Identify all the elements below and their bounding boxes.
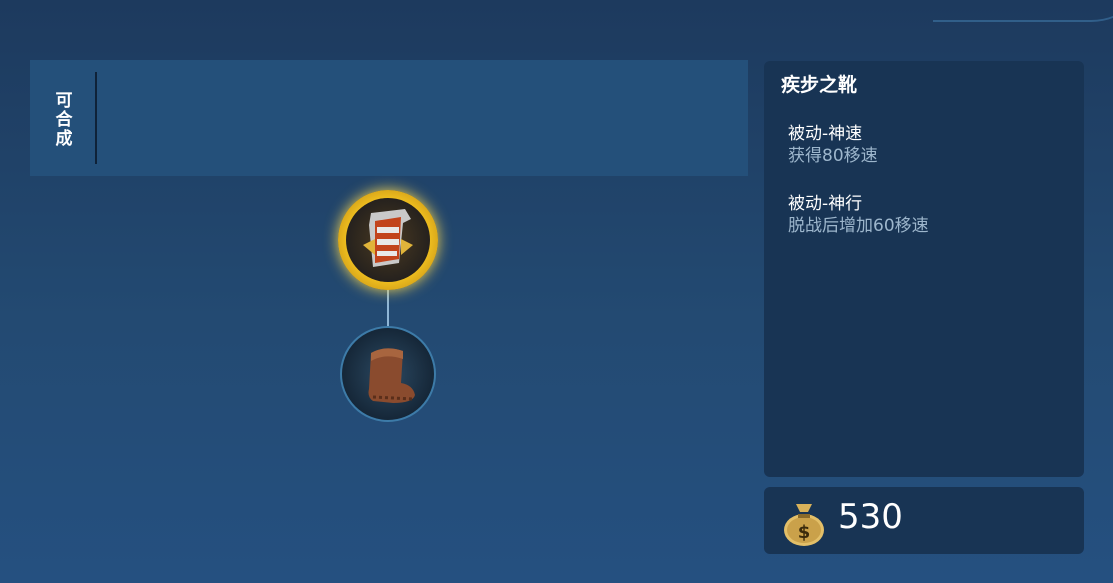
effect-item: 被动-神速 获得80移速 — [788, 123, 878, 167]
leather-boots-icon — [368, 348, 415, 403]
effect-description: 获得80移速 — [788, 146, 878, 166]
effect-title: 被动-神速 — [788, 124, 863, 144]
base-item-node[interactable] — [340, 326, 436, 422]
combinable-label: 可合成 — [51, 90, 72, 148]
price-value: 530 — [838, 497, 903, 537]
frame-decoration — [933, 0, 1113, 22]
section-divider — [95, 72, 97, 164]
item-name: 疾步之靴 — [781, 74, 858, 96]
item-detail-panel: 疾步之靴 被动-神速 获得80移速 被动-神行 脱战后增加60移速 — [764, 61, 1084, 477]
purchase-price-panel[interactable]: $ 530 — [764, 487, 1084, 554]
effect-item: 被动-神行 脱战后增加60移速 — [788, 193, 929, 237]
gold-boots-icon — [363, 209, 413, 267]
effect-description: 脱战后增加60移速 — [788, 216, 929, 236]
svg-text:$: $ — [798, 522, 811, 543]
combinable-section: 可合成 — [30, 60, 748, 176]
effect-title: 被动-神行 — [788, 194, 863, 214]
gold-coin-bag-icon: $ — [784, 504, 824, 546]
selected-item-node[interactable] — [338, 190, 438, 290]
